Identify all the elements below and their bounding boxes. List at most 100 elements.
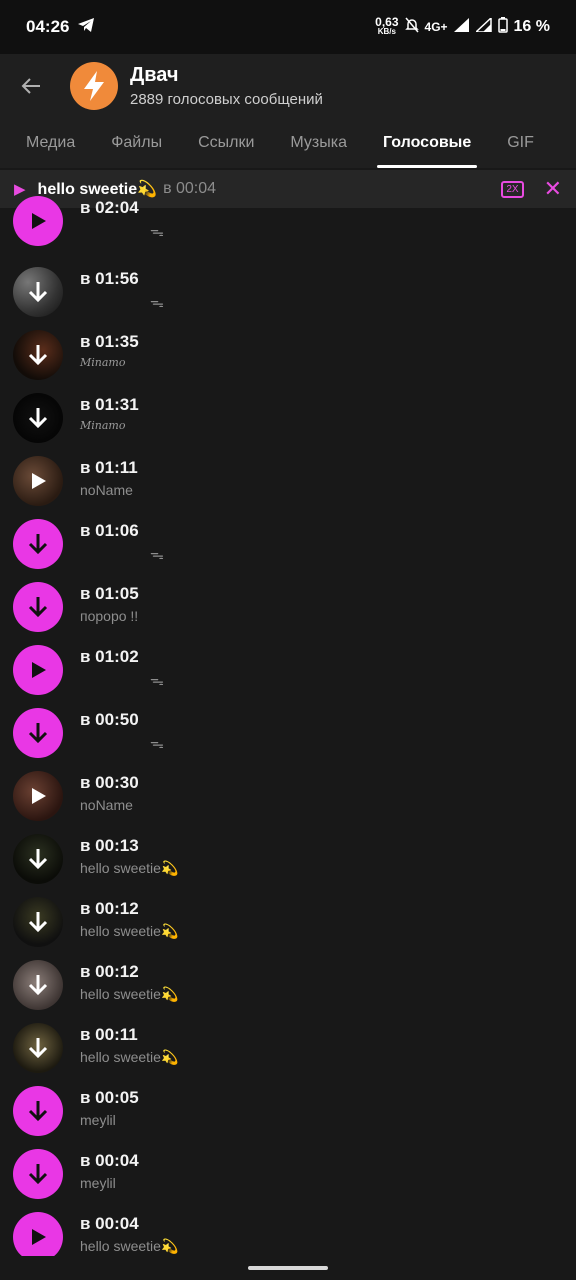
- list-item[interactable]: в 01:05 пороро !!: [0, 574, 576, 637]
- list-item[interactable]: в 02:04 ᯓ: [0, 186, 576, 259]
- item-sender: meylil: [80, 1112, 116, 1128]
- list-item[interactable]: в 00:12 hello sweetie💫: [0, 952, 576, 1015]
- item-time: в 00:11: [80, 1025, 138, 1044]
- item-time: в 01:35: [80, 332, 139, 351]
- chat-info[interactable]: Двач 2889 голосовых сообщений: [130, 64, 323, 108]
- list-item[interactable]: в 00:13 hello sweetie💫: [0, 826, 576, 889]
- list-item[interactable]: в 00:50 ᯓ: [0, 700, 576, 763]
- list-item[interactable]: в 01:02 ᯓ: [0, 637, 576, 700]
- battery-icon: [497, 16, 508, 38]
- arrow-down-icon: [28, 282, 48, 303]
- network-type: 4G+: [424, 20, 448, 34]
- item-sender: noName: [80, 797, 133, 813]
- item-time: в 00:12: [80, 962, 139, 981]
- home-handle[interactable]: [248, 1266, 328, 1270]
- arrow-down-icon: [28, 1164, 48, 1185]
- item-sender: пороро !!: [80, 608, 139, 624]
- list-item[interactable]: в 00:30 noName: [0, 763, 576, 826]
- download-button[interactable]: [13, 1149, 63, 1199]
- play-button[interactable]: [13, 456, 63, 506]
- back-button[interactable]: [0, 77, 62, 95]
- item-sender: meylil: [80, 1175, 116, 1191]
- download-button[interactable]: [13, 708, 63, 758]
- arrow-down-icon: [28, 849, 48, 870]
- status-icons: 0,63 KB/s 4G+ 16 %: [375, 15, 550, 38]
- play-button[interactable]: [13, 771, 63, 821]
- item-time: в 00:04: [80, 1214, 139, 1233]
- play-button[interactable]: [13, 645, 63, 695]
- item-time: в 01:06: [80, 521, 139, 540]
- signal-icon-2: [473, 15, 492, 37]
- status-time: 04:26: [26, 17, 70, 36]
- signal-icon: [453, 17, 470, 37]
- list-item[interactable]: в 01:31 Minamo: [0, 385, 576, 448]
- gesture-navbar: [0, 1256, 576, 1280]
- tab-voice[interactable]: Голосовые: [365, 118, 489, 168]
- item-time: в 00:30: [80, 773, 139, 792]
- list-item[interactable]: в 00:05 meylil: [0, 1078, 576, 1141]
- play-button[interactable]: [13, 196, 63, 246]
- item-sender: hello sweetie💫: [80, 1238, 179, 1254]
- download-button[interactable]: [13, 582, 63, 632]
- item-sender: noName: [80, 482, 133, 498]
- list-item[interactable]: в 01:35 Minamo: [0, 322, 576, 385]
- tab-gif[interactable]: GIF: [489, 118, 552, 168]
- chat-title: Двач: [130, 64, 179, 86]
- list-item[interactable]: в 00:04 meylil: [0, 1141, 576, 1204]
- download-button[interactable]: [13, 330, 63, 380]
- download-button[interactable]: [13, 834, 63, 884]
- item-sender: hello sweetie💫: [80, 923, 179, 939]
- media-tabs: Медиа Файлы Ссылки Музыка Голосовые GIF: [0, 118, 576, 168]
- battery-percent: 16 %: [513, 18, 550, 35]
- status-bar: 04:26 0,63 KB/s 4G+ 16 %: [0, 0, 576, 54]
- network-speed: 0,63 KB/s: [375, 15, 399, 36]
- arrow-down-icon: [28, 408, 48, 429]
- item-time: в 01:11: [80, 458, 138, 477]
- item-time: в 01:02: [80, 647, 139, 666]
- list-item[interactable]: в 01:56 ᯓ: [0, 259, 576, 322]
- arrow-down-icon: [28, 975, 48, 996]
- item-time: в 01:05: [80, 584, 139, 603]
- download-button[interactable]: [13, 897, 63, 947]
- list-item[interactable]: в 00:11 hello sweetie💫: [0, 1015, 576, 1078]
- telegram-icon: [77, 17, 95, 38]
- item-sender: hello sweetie💫: [80, 860, 179, 876]
- item-time: в 02:04: [80, 198, 139, 217]
- tab-media[interactable]: Медиа: [0, 118, 93, 168]
- list-item[interactable]: в 01:06 ᯓ: [0, 511, 576, 574]
- arrow-down-icon: [28, 597, 48, 618]
- download-button[interactable]: [13, 519, 63, 569]
- item-time: в 00:13: [80, 836, 139, 855]
- item-time: в 00:05: [80, 1088, 139, 1107]
- item-time: в 00:12: [80, 899, 139, 918]
- arrow-down-icon: [28, 534, 48, 555]
- arrow-down-icon: [28, 912, 48, 933]
- tab-files[interactable]: Файлы: [93, 118, 180, 168]
- chat-subtitle: 2889 голосовых сообщений: [130, 91, 323, 108]
- arrow-down-icon: [28, 1038, 48, 1059]
- tab-links[interactable]: Ссылки: [180, 118, 272, 168]
- arrow-down-icon: [28, 723, 48, 744]
- tab-music[interactable]: Музыка: [272, 118, 365, 168]
- download-button[interactable]: [13, 393, 63, 443]
- arrow-down-icon: [28, 1101, 48, 1122]
- list-item[interactable]: в 01:11 noName: [0, 448, 576, 511]
- voice-list: в 02:04 ᯓ в 01:56 ᯓ в 01:35 Minamo в 01:…: [0, 196, 576, 1267]
- chat-header: Двач 2889 голосовых сообщений: [0, 54, 576, 118]
- item-sender: ᯓ: [150, 546, 164, 562]
- download-button[interactable]: [13, 960, 63, 1010]
- download-button[interactable]: [13, 1023, 63, 1073]
- item-sender: ᯓ: [150, 735, 164, 751]
- arrow-left-icon: [21, 78, 40, 94]
- item-sender: hello sweetie💫: [80, 1049, 179, 1065]
- list-item[interactable]: в 00:12 hello sweetie💫: [0, 889, 576, 952]
- download-button[interactable]: [13, 267, 63, 317]
- play-icon: [32, 1229, 46, 1245]
- item-sender: ᯓ: [150, 223, 164, 239]
- chat-avatar[interactable]: [70, 62, 118, 110]
- play-icon: [32, 473, 46, 489]
- play-button[interactable]: [13, 1212, 63, 1262]
- download-button[interactable]: [13, 1086, 63, 1136]
- item-sender: ᯓ: [150, 294, 164, 310]
- play-icon: [32, 662, 46, 678]
